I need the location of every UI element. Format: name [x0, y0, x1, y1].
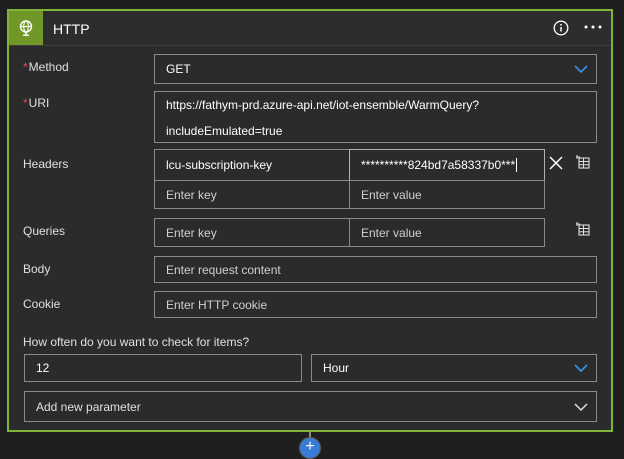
header-new-key-field[interactable]: Enter key: [154, 180, 350, 209]
body-field[interactable]: Enter request content: [154, 256, 597, 283]
header-value-value: **********824bd7a58337b0***: [361, 158, 516, 172]
switch-to-text-mode-icon[interactable]: [575, 221, 591, 237]
header-value-field[interactable]: **********824bd7a58337b0***: [349, 149, 545, 181]
add-parameter-label: Add new parameter: [36, 399, 141, 414]
interval-field[interactable]: 12: [24, 354, 302, 382]
query-value-field[interactable]: Enter value: [349, 218, 545, 247]
uri-field[interactable]: https://fathym-prd.azure-api.net/iot-ens…: [154, 91, 597, 143]
method-label: *Method: [23, 60, 69, 74]
card-header[interactable]: HTTP: [9, 11, 611, 46]
globe-icon: [9, 11, 43, 45]
method-dropdown[interactable]: GET: [154, 54, 597, 84]
query-key-field[interactable]: Enter key: [154, 218, 350, 247]
add-new-parameter-dropdown[interactable]: Add new parameter: [24, 391, 597, 422]
header-key-field[interactable]: lcu-subscription-key: [154, 149, 350, 181]
queries-label: Queries: [23, 224, 66, 238]
body-placeholder: Enter request content: [166, 262, 281, 277]
uri-label-text: URI: [28, 96, 50, 110]
cookie-placeholder: Enter HTTP cookie: [166, 297, 268, 312]
method-label-text: Method: [28, 60, 69, 74]
uri-label: *URI: [23, 96, 49, 110]
body-label: Body: [23, 262, 51, 276]
frequency-dropdown[interactable]: Hour: [311, 354, 597, 382]
text-caret: [516, 158, 518, 172]
interval-value: 12: [36, 361, 50, 375]
cookie-field[interactable]: Enter HTTP cookie: [154, 291, 597, 318]
required-mark: *: [23, 60, 28, 74]
query-value-placeholder: Enter value: [361, 225, 422, 240]
info-icon[interactable]: [553, 20, 569, 36]
chevron-down-icon: [574, 402, 588, 411]
chevron-down-icon: [574, 65, 588, 74]
uri-line-1: https://fathym-prd.azure-api.net/iot-ens…: [166, 98, 480, 112]
card-title: HTTP: [53, 21, 90, 37]
method-value: GET: [166, 62, 191, 76]
frequency-value: Hour: [323, 361, 350, 375]
add-step-plus-icon[interactable]: +: [299, 437, 321, 459]
header-new-value-field[interactable]: Enter value: [349, 180, 545, 209]
query-key-placeholder: Enter key: [166, 225, 217, 240]
chevron-down-icon: [574, 364, 588, 373]
headers-label: Headers: [23, 157, 69, 171]
switch-to-text-mode-icon[interactable]: [575, 154, 591, 170]
header-key-placeholder: Enter key: [166, 187, 217, 202]
header-value-placeholder: Enter value: [361, 187, 422, 202]
uri-line-2: includeEmulated=true: [166, 124, 283, 138]
recurrence-question: How often do you want to check for items…: [23, 335, 250, 349]
header-key-value: lcu-subscription-key: [166, 158, 273, 172]
more-icon[interactable]: [583, 19, 603, 37]
cookie-label: Cookie: [23, 297, 61, 311]
required-mark: *: [23, 96, 28, 110]
close-icon[interactable]: [548, 155, 564, 171]
http-action-card: HTTP *Method GET *URI https://fathym-prd…: [7, 9, 613, 432]
